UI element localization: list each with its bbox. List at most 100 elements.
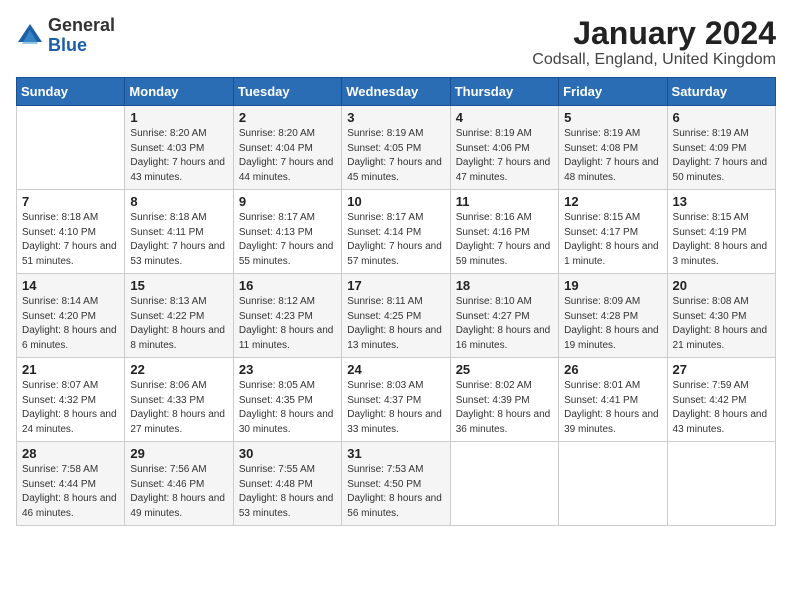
day-number: 13 [673, 194, 770, 209]
day-info: Sunrise: 8:12 AMSunset: 4:23 PMDaylight:… [239, 295, 336, 353]
day-info: Sunrise: 7:59 AMSunset: 4:42 PMDaylight:… [673, 379, 770, 437]
table-row: 21 Sunrise: 8:07 AMSunset: 4:32 PMDaylig… [17, 358, 125, 442]
table-row: 12 Sunrise: 8:15 AMSunset: 4:17 PMDaylig… [559, 190, 667, 274]
table-row: 7 Sunrise: 8:18 AMSunset: 4:10 PMDayligh… [17, 190, 125, 274]
logo: General Blue [16, 16, 115, 56]
day-info: Sunrise: 8:02 AMSunset: 4:39 PMDaylight:… [456, 379, 553, 437]
day-info: Sunrise: 8:18 AMSunset: 4:10 PMDaylight:… [22, 211, 119, 269]
day-number: 8 [130, 194, 227, 209]
table-row: 15 Sunrise: 8:13 AMSunset: 4:22 PMDaylig… [125, 274, 233, 358]
day-number: 15 [130, 278, 227, 293]
calendar-week-row: 14 Sunrise: 8:14 AMSunset: 4:20 PMDaylig… [17, 274, 776, 358]
table-row: 27 Sunrise: 7:59 AMSunset: 4:42 PMDaylig… [667, 358, 775, 442]
day-number: 10 [347, 194, 444, 209]
day-info: Sunrise: 7:58 AMSunset: 4:44 PMDaylight:… [22, 463, 119, 521]
day-info: Sunrise: 8:15 AMSunset: 4:17 PMDaylight:… [564, 211, 661, 269]
table-row: 8 Sunrise: 8:18 AMSunset: 4:11 PMDayligh… [125, 190, 233, 274]
day-number: 24 [347, 362, 444, 377]
header-thursday: Thursday [450, 78, 558, 106]
day-number: 26 [564, 362, 661, 377]
header: General Blue January 2024 Codsall, Engla… [16, 16, 776, 69]
header-sunday: Sunday [17, 78, 125, 106]
day-number: 29 [130, 446, 227, 461]
day-number: 16 [239, 278, 336, 293]
day-info: Sunrise: 8:17 AMSunset: 4:13 PMDaylight:… [239, 211, 336, 269]
day-info: Sunrise: 8:19 AMSunset: 4:06 PMDaylight:… [456, 127, 553, 185]
table-row: 31 Sunrise: 7:53 AMSunset: 4:50 PMDaylig… [342, 442, 450, 526]
header-wednesday: Wednesday [342, 78, 450, 106]
day-info: Sunrise: 8:03 AMSunset: 4:37 PMDaylight:… [347, 379, 444, 437]
day-info: Sunrise: 8:07 AMSunset: 4:32 PMDaylight:… [22, 379, 119, 437]
table-row: 26 Sunrise: 8:01 AMSunset: 4:41 PMDaylig… [559, 358, 667, 442]
day-info: Sunrise: 8:17 AMSunset: 4:14 PMDaylight:… [347, 211, 444, 269]
day-info: Sunrise: 7:56 AMSunset: 4:46 PMDaylight:… [130, 463, 227, 521]
day-number: 23 [239, 362, 336, 377]
day-info: Sunrise: 8:19 AMSunset: 4:05 PMDaylight:… [347, 127, 444, 185]
table-row: 22 Sunrise: 8:06 AMSunset: 4:33 PMDaylig… [125, 358, 233, 442]
day-info: Sunrise: 8:19 AMSunset: 4:08 PMDaylight:… [564, 127, 661, 185]
day-info: Sunrise: 8:10 AMSunset: 4:27 PMDaylight:… [456, 295, 553, 353]
day-number: 28 [22, 446, 119, 461]
day-info: Sunrise: 8:15 AMSunset: 4:19 PMDaylight:… [673, 211, 770, 269]
calendar-week-row: 1 Sunrise: 8:20 AMSunset: 4:03 PMDayligh… [17, 106, 776, 190]
calendar-week-row: 21 Sunrise: 8:07 AMSunset: 4:32 PMDaylig… [17, 358, 776, 442]
header-monday: Monday [125, 78, 233, 106]
day-number: 21 [22, 362, 119, 377]
day-number: 4 [456, 110, 553, 125]
location-title: Codsall, England, United Kingdom [532, 51, 776, 69]
table-row: 19 Sunrise: 8:09 AMSunset: 4:28 PMDaylig… [559, 274, 667, 358]
day-number: 19 [564, 278, 661, 293]
day-info: Sunrise: 8:13 AMSunset: 4:22 PMDaylight:… [130, 295, 227, 353]
table-row: 25 Sunrise: 8:02 AMSunset: 4:39 PMDaylig… [450, 358, 558, 442]
table-row [667, 442, 775, 526]
table-row [450, 442, 558, 526]
logo-icon [16, 22, 44, 50]
logo-general-text: General [48, 15, 115, 35]
table-row: 28 Sunrise: 7:58 AMSunset: 4:44 PMDaylig… [17, 442, 125, 526]
table-row: 5 Sunrise: 8:19 AMSunset: 4:08 PMDayligh… [559, 106, 667, 190]
calendar-week-row: 7 Sunrise: 8:18 AMSunset: 4:10 PMDayligh… [17, 190, 776, 274]
table-row: 1 Sunrise: 8:20 AMSunset: 4:03 PMDayligh… [125, 106, 233, 190]
table-row: 30 Sunrise: 7:55 AMSunset: 4:48 PMDaylig… [233, 442, 341, 526]
day-number: 2 [239, 110, 336, 125]
day-info: Sunrise: 8:08 AMSunset: 4:30 PMDaylight:… [673, 295, 770, 353]
day-info: Sunrise: 8:06 AMSunset: 4:33 PMDaylight:… [130, 379, 227, 437]
table-row: 11 Sunrise: 8:16 AMSunset: 4:16 PMDaylig… [450, 190, 558, 274]
table-row: 10 Sunrise: 8:17 AMSunset: 4:14 PMDaylig… [342, 190, 450, 274]
day-info: Sunrise: 8:19 AMSunset: 4:09 PMDaylight:… [673, 127, 770, 185]
day-info: Sunrise: 7:53 AMSunset: 4:50 PMDaylight:… [347, 463, 444, 521]
day-info: Sunrise: 8:11 AMSunset: 4:25 PMDaylight:… [347, 295, 444, 353]
day-number: 31 [347, 446, 444, 461]
logo-blue-text: Blue [48, 35, 87, 55]
table-row: 9 Sunrise: 8:17 AMSunset: 4:13 PMDayligh… [233, 190, 341, 274]
day-number: 6 [673, 110, 770, 125]
day-number: 5 [564, 110, 661, 125]
table-row: 6 Sunrise: 8:19 AMSunset: 4:09 PMDayligh… [667, 106, 775, 190]
table-row: 24 Sunrise: 8:03 AMSunset: 4:37 PMDaylig… [342, 358, 450, 442]
day-info: Sunrise: 8:09 AMSunset: 4:28 PMDaylight:… [564, 295, 661, 353]
table-row: 16 Sunrise: 8:12 AMSunset: 4:23 PMDaylig… [233, 274, 341, 358]
header-saturday: Saturday [667, 78, 775, 106]
day-number: 20 [673, 278, 770, 293]
table-row: 3 Sunrise: 8:19 AMSunset: 4:05 PMDayligh… [342, 106, 450, 190]
table-row: 20 Sunrise: 8:08 AMSunset: 4:30 PMDaylig… [667, 274, 775, 358]
day-number: 9 [239, 194, 336, 209]
day-number: 18 [456, 278, 553, 293]
table-row: 2 Sunrise: 8:20 AMSunset: 4:04 PMDayligh… [233, 106, 341, 190]
day-info: Sunrise: 8:16 AMSunset: 4:16 PMDaylight:… [456, 211, 553, 269]
calendar-week-row: 28 Sunrise: 7:58 AMSunset: 4:44 PMDaylig… [17, 442, 776, 526]
day-number: 22 [130, 362, 227, 377]
day-number: 17 [347, 278, 444, 293]
table-row: 18 Sunrise: 8:10 AMSunset: 4:27 PMDaylig… [450, 274, 558, 358]
table-row: 17 Sunrise: 8:11 AMSunset: 4:25 PMDaylig… [342, 274, 450, 358]
table-row: 13 Sunrise: 8:15 AMSunset: 4:19 PMDaylig… [667, 190, 775, 274]
day-number: 27 [673, 362, 770, 377]
table-row: 29 Sunrise: 7:56 AMSunset: 4:46 PMDaylig… [125, 442, 233, 526]
day-info: Sunrise: 8:20 AMSunset: 4:03 PMDaylight:… [130, 127, 227, 185]
header-tuesday: Tuesday [233, 78, 341, 106]
day-number: 1 [130, 110, 227, 125]
day-info: Sunrise: 8:01 AMSunset: 4:41 PMDaylight:… [564, 379, 661, 437]
day-number: 3 [347, 110, 444, 125]
day-number: 11 [456, 194, 553, 209]
table-row: 14 Sunrise: 8:14 AMSunset: 4:20 PMDaylig… [17, 274, 125, 358]
